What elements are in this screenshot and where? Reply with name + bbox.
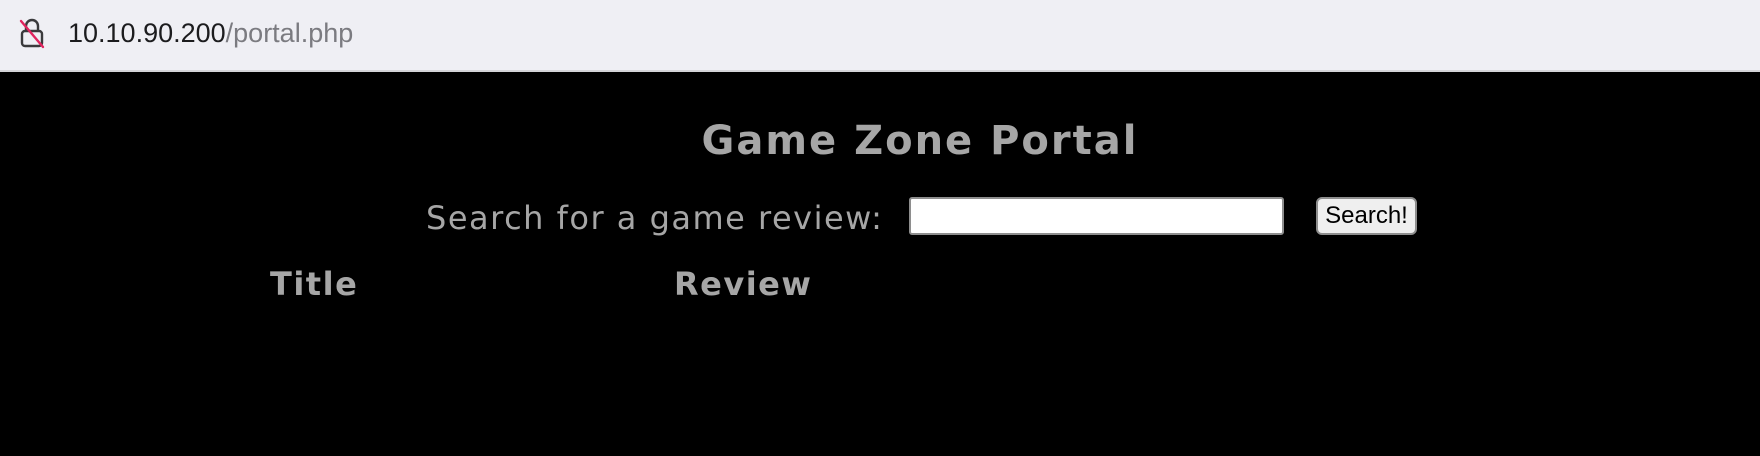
search-button[interactable]: Search!: [1316, 197, 1417, 235]
search-label: Search for a game review:: [426, 199, 884, 237]
insecure-lock-icon[interactable]: [18, 17, 46, 49]
column-header-title: Title: [270, 265, 359, 303]
page-title: Game Zone Portal: [701, 118, 1139, 164]
url-text[interactable]: 10.10.90.200/portal.php: [68, 16, 353, 50]
column-header-review: Review: [674, 265, 813, 303]
page-content: Game Zone Portal Search for a game revie…: [0, 74, 1760, 456]
address-bar[interactable]: 10.10.90.200/portal.php: [0, 0, 1760, 72]
url-host: 10.10.90.200: [68, 18, 226, 48]
url-path: /portal.php: [225, 18, 354, 48]
search-input[interactable]: [909, 197, 1284, 235]
